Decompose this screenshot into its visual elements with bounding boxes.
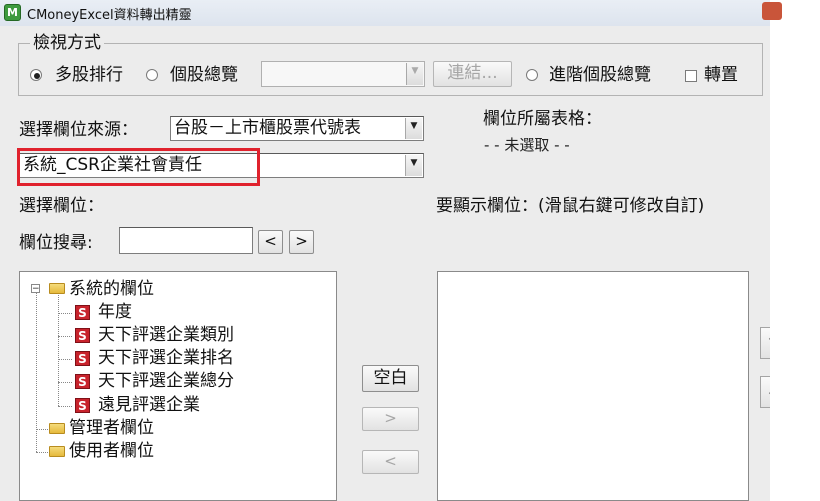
link-button[interactable]: 連結... xyxy=(433,61,512,87)
chevron-down-icon[interactable]: ▼ xyxy=(406,63,423,85)
close-icon[interactable] xyxy=(762,2,782,20)
source-label: 選擇欄位來源： xyxy=(19,120,138,140)
folder-icon xyxy=(49,283,65,294)
tree-node-label: 系統的欄位 xyxy=(69,279,154,299)
blank-button[interactable]: 空白 xyxy=(362,365,419,392)
remove-field-button[interactable]: < xyxy=(362,450,419,474)
chevron-down-icon[interactable]: ▼ xyxy=(405,118,422,139)
tree-node-manager[interactable]: 管理者欄位 xyxy=(20,418,320,440)
field-tree[interactable]: − 系統的欄位 S 年度 S 天下評選企業類別 S 天下評選企業排名 S 天下評… xyxy=(19,271,337,501)
tree-node-label: 年度 xyxy=(98,302,132,322)
search-next-button[interactable]: > xyxy=(289,230,314,254)
field-select-label: 選擇欄位： xyxy=(19,196,104,216)
chevron-down-icon[interactable]: ▼ xyxy=(405,155,422,176)
radio-single-overview[interactable] xyxy=(146,69,158,81)
folder-icon xyxy=(49,446,65,457)
stock-select[interactable]: ▼ xyxy=(261,61,425,87)
transpose-checkbox[interactable] xyxy=(685,70,697,82)
app-logo-icon: M xyxy=(4,4,21,21)
tree-node-user[interactable]: 使用者欄位 xyxy=(20,441,320,463)
s-field-icon: S xyxy=(75,398,90,413)
move-up-button[interactable]: ↑ xyxy=(760,327,770,359)
tree-node-label: 遠見評選企業 xyxy=(98,395,200,415)
highlight-box xyxy=(17,148,260,186)
app-window: M CMoneyExcel資料轉出精靈 檢視方式 多股排行 個股總覽 ▼ 連結.… xyxy=(0,0,770,501)
radio-multi-rank[interactable] xyxy=(30,69,42,81)
add-field-button[interactable]: > xyxy=(362,407,419,431)
display-fields-label: 要顯示欄位：(滑鼠右鍵可修改自訂) xyxy=(436,196,705,216)
tree-node-label: 天下評選企業總分 xyxy=(98,371,234,391)
window-title: CMoneyExcel資料轉出精靈 xyxy=(27,8,192,23)
transpose-label: 轉置 xyxy=(704,65,738,85)
s-field-icon: S xyxy=(75,328,90,343)
radio-advanced-overview[interactable] xyxy=(526,69,538,81)
field-search-input[interactable] xyxy=(119,227,253,254)
tree-node-label: 使用者欄位 xyxy=(69,441,154,461)
tree-node-field[interactable]: S 天下評選企業總分 xyxy=(20,371,320,393)
source-select[interactable]: 台股－上市櫃股票代號表 ▼ xyxy=(170,116,424,141)
tree-node-label: 天下評選企業排名 xyxy=(98,348,234,368)
tree-node-field[interactable]: S 年度 xyxy=(20,302,320,324)
title-bar: M CMoneyExcel資料轉出精靈 xyxy=(0,0,770,26)
table-info-label: 欄位所屬表格： xyxy=(483,109,602,129)
table-info-value: - - 未選取 - - xyxy=(484,136,570,154)
move-down-button[interactable]: ↓ xyxy=(760,376,770,408)
tree-node-field[interactable]: S 天下評選企業類別 xyxy=(20,325,320,347)
s-field-icon: S xyxy=(75,351,90,366)
folder-icon xyxy=(49,423,65,434)
tree-node-label: 天下評選企業類別 xyxy=(98,325,234,345)
source-select-value: 台股－上市櫃股票代號表 xyxy=(174,118,361,138)
radio-advanced-overview-label: 進階個股總覽 xyxy=(549,65,651,85)
s-field-icon: S xyxy=(75,374,90,389)
display-fields-list[interactable] xyxy=(437,271,749,501)
tree-node-field[interactable]: S 天下評選企業排名 xyxy=(20,348,320,370)
tree-node-field[interactable]: S 遠見評選企業 xyxy=(20,395,320,417)
radio-single-overview-label: 個股總覽 xyxy=(170,65,238,85)
s-field-icon: S xyxy=(75,305,90,320)
radio-multi-rank-label: 多股排行 xyxy=(55,65,123,85)
view-mode-legend: 檢視方式 xyxy=(30,33,104,53)
field-search-label: 欄位搜尋: xyxy=(19,233,93,253)
collapse-icon[interactable]: − xyxy=(31,284,40,294)
tree-node-root[interactable]: − 系統的欄位 xyxy=(20,279,320,301)
search-prev-button[interactable]: < xyxy=(258,230,283,254)
tree-node-label: 管理者欄位 xyxy=(69,418,154,438)
